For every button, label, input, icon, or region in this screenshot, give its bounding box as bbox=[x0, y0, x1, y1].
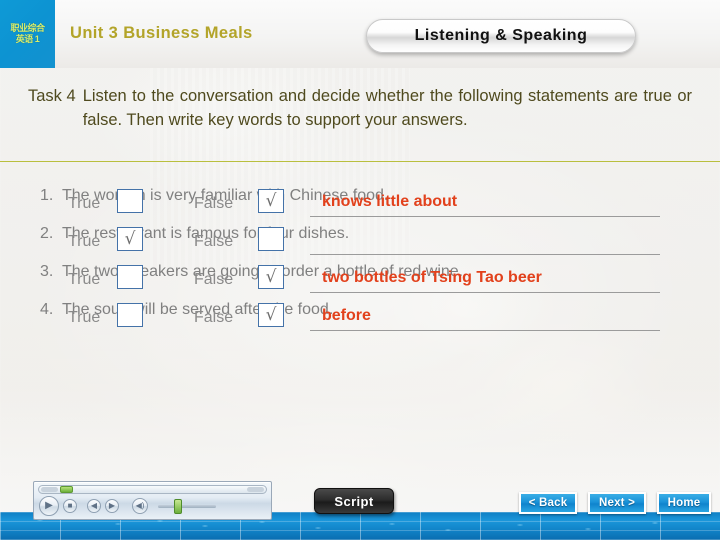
checkbox-false[interactable]: √ bbox=[258, 303, 284, 327]
audio-player[interactable]: ▶ ■ ◀ ▶ ◀) bbox=[33, 481, 272, 520]
task-label: Task 4 bbox=[28, 87, 76, 105]
answer-row: True False √ before bbox=[0, 300, 720, 338]
checkbox-true[interactable]: √ bbox=[117, 227, 143, 251]
answer-text[interactable]: knows little about bbox=[322, 192, 457, 212]
seek-bar-position-thumb[interactable] bbox=[60, 486, 73, 493]
question-item: 3. The two speakers are going to order a… bbox=[0, 262, 720, 300]
checkbox-true[interactable] bbox=[117, 265, 143, 289]
checkbox-false-tick bbox=[259, 228, 283, 250]
answer-underline bbox=[310, 254, 660, 255]
back-button[interactable]: < Back bbox=[519, 492, 577, 514]
course-logo: 职业综合 英语 1 bbox=[0, 0, 55, 68]
unit-title: Unit 3 Business Meals bbox=[70, 24, 253, 42]
false-label: False bbox=[194, 195, 234, 212]
false-label: False bbox=[194, 271, 234, 288]
checkbox-false-tick: √ bbox=[265, 267, 277, 287]
question-item: 1. The woman is very familiar with Chine… bbox=[0, 186, 720, 224]
home-button[interactable]: Home bbox=[657, 492, 711, 514]
script-button-label: Script bbox=[334, 493, 374, 509]
stop-glyph: ■ bbox=[67, 501, 73, 510]
answer-underline bbox=[310, 292, 660, 293]
play-icon[interactable]: ▶ bbox=[39, 496, 59, 516]
play-glyph: ▶ bbox=[45, 500, 53, 511]
previous-track-icon[interactable]: ◀ bbox=[87, 499, 101, 513]
answer-text[interactable]: two bottles of Tsing Tao beer bbox=[322, 268, 542, 288]
answer-row: True False √ knows little about bbox=[0, 186, 720, 224]
next-button[interactable]: Next > bbox=[588, 492, 646, 514]
checkbox-false[interactable]: √ bbox=[258, 265, 284, 289]
answer-row: True False √ two bottles of Tsing Tao be… bbox=[0, 262, 720, 300]
answer-text[interactable]: before bbox=[322, 306, 371, 326]
header-divider bbox=[0, 161, 720, 162]
section-pill: Listening & Speaking bbox=[366, 19, 636, 53]
true-label: True bbox=[68, 233, 101, 250]
checkbox-false[interactable]: √ bbox=[258, 189, 284, 213]
mute-glyph: ◀) bbox=[135, 501, 145, 510]
previous-glyph: ◀ bbox=[90, 501, 98, 510]
seek-bar-rewind-handle[interactable] bbox=[41, 487, 58, 492]
seek-bar-forward-handle[interactable] bbox=[247, 487, 264, 492]
back-button-label: < Back bbox=[528, 497, 568, 509]
home-button-label: Home bbox=[667, 497, 701, 509]
course-logo-line-1: 职业综合 bbox=[10, 23, 45, 33]
course-logo-line-2: 英语 1 bbox=[15, 34, 40, 44]
false-label: False bbox=[194, 233, 234, 250]
mute-speaker-icon[interactable]: ◀) bbox=[132, 498, 148, 514]
questions-list: 1. The woman is very familiar with Chine… bbox=[0, 186, 720, 338]
true-label: True bbox=[68, 309, 101, 326]
answer-underline bbox=[310, 216, 660, 217]
next-button-label: Next > bbox=[598, 497, 636, 509]
true-label: True bbox=[68, 271, 101, 288]
seek-bar[interactable] bbox=[38, 485, 267, 494]
checkbox-false-tick: √ bbox=[265, 191, 277, 211]
checkbox-true-tick bbox=[118, 304, 142, 326]
question-item: 2. The restaurant is famous for four dis… bbox=[0, 224, 720, 262]
script-button[interactable]: Script bbox=[314, 488, 394, 514]
false-label: False bbox=[194, 309, 234, 326]
section-pill-label: Listening & Speaking bbox=[414, 27, 588, 44]
checkbox-true[interactable] bbox=[117, 303, 143, 327]
checkbox-true-tick bbox=[118, 266, 142, 288]
task-text: Listen to the conversation and decide wh… bbox=[82, 87, 692, 129]
question-item: 4. The soup will be served after the foo… bbox=[0, 300, 720, 338]
answer-row: True √ False bbox=[0, 224, 720, 262]
checkbox-false[interactable] bbox=[258, 227, 284, 251]
checkbox-true[interactable] bbox=[117, 189, 143, 213]
checkbox-false-tick: √ bbox=[265, 305, 277, 325]
volume-slider-thumb[interactable] bbox=[174, 499, 182, 514]
next-glyph: ▶ bbox=[108, 501, 116, 510]
volume-slider-track[interactable] bbox=[158, 505, 216, 508]
checkbox-true-tick bbox=[118, 190, 142, 212]
stop-icon[interactable]: ■ bbox=[63, 499, 77, 513]
true-label: True bbox=[68, 195, 101, 212]
checkbox-true-tick: √ bbox=[124, 229, 136, 249]
next-track-icon[interactable]: ▶ bbox=[105, 499, 119, 513]
answer-underline bbox=[310, 330, 660, 331]
task-instruction: Task 4 Listen to the conversation and de… bbox=[28, 84, 692, 132]
slide-canvas: 职业综合 英语 1 Unit 3 Business Meals Listenin… bbox=[0, 0, 720, 540]
